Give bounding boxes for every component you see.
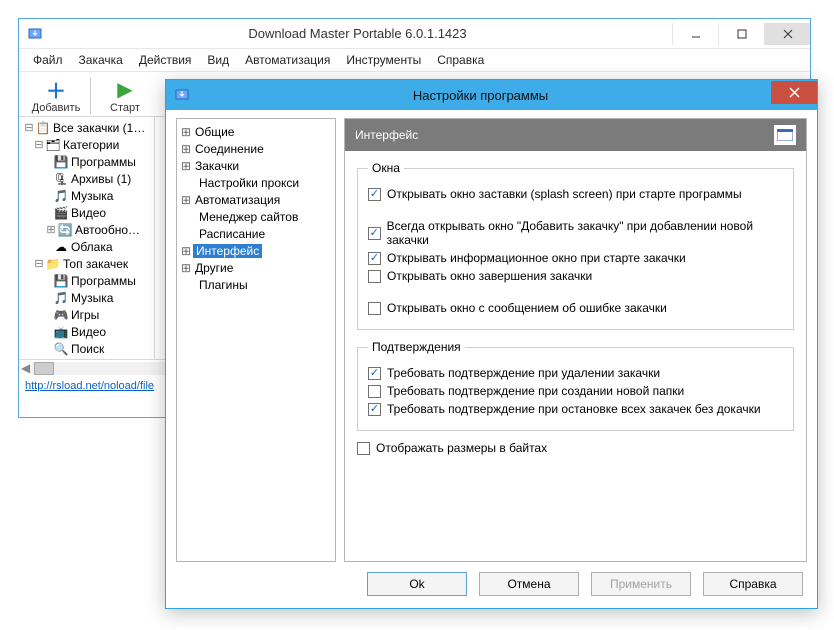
scroll-left-icon[interactable]: ◀ xyxy=(21,361,30,375)
menu-help[interactable]: Справка xyxy=(429,51,492,69)
list-icon: 📋 xyxy=(35,121,51,135)
cancel-button[interactable]: Отмена xyxy=(479,572,579,596)
tree-item-site-manager[interactable]: Менеджер сайтов xyxy=(193,210,298,224)
news-icon: 📰 xyxy=(53,359,69,360)
start-button[interactable]: ▶ Старт xyxy=(96,76,154,114)
checkbox-info-start[interactable] xyxy=(368,252,381,265)
settings-dialog: Настройки программы ⊞Общие ⊞Соединение ⊞… xyxy=(165,79,818,609)
tree-item-general[interactable]: Общие xyxy=(193,125,234,139)
checkbox-confirm-delete[interactable] xyxy=(368,367,381,380)
music-icon: 🎵 xyxy=(53,291,69,305)
maximize-button[interactable] xyxy=(718,23,764,45)
help-button[interactable]: Справка xyxy=(703,572,803,596)
folder-icon: 📁 xyxy=(45,257,61,271)
scroll-thumb[interactable] xyxy=(34,362,54,375)
play-icon: ▶ xyxy=(112,76,138,102)
music-icon: 🎵 xyxy=(53,189,69,203)
checkbox-error[interactable] xyxy=(368,302,381,315)
refresh-icon: 🔄 xyxy=(57,223,73,237)
dialog-titlebar[interactable]: Настройки программы xyxy=(166,80,817,110)
floppy-icon: 💾 xyxy=(53,155,69,169)
menu-file[interactable]: Файл xyxy=(25,51,71,69)
settings-tree[interactable]: ⊞Общие ⊞Соединение ⊞Закачки ·Настройки п… xyxy=(176,118,336,562)
menu-view[interactable]: Вид xyxy=(199,51,237,69)
checkbox-confirm-folder[interactable] xyxy=(368,385,381,398)
group-confirm: Подтверждения Требовать подтверждение пр… xyxy=(357,340,794,431)
folder-icon: 🗂 xyxy=(45,138,61,152)
search-icon: 🔍 xyxy=(53,342,69,356)
menu-tools[interactable]: Инструменты xyxy=(338,51,429,69)
video-icon: 📺 xyxy=(53,325,69,339)
main-titlebar[interactable]: Download Master Portable 6.0.1.1423 xyxy=(19,19,810,49)
group-windows: Окна Открывать окно заставки (splash scr… xyxy=(357,161,794,330)
category-tree[interactable]: ⊟📋Все закачки (1… ⊟🗂Категории 💾Программы… xyxy=(23,119,154,359)
cloud-icon: ☁ xyxy=(53,240,69,254)
window-controls xyxy=(672,23,810,45)
apply-button[interactable]: Применить xyxy=(591,572,691,596)
checkbox-done[interactable] xyxy=(368,270,381,283)
sidebar: ⊟📋Все закачки (1… ⊟🗂Категории 💾Программы… xyxy=(19,117,155,359)
dialog-buttons: Ok Отмена Применить Справка xyxy=(166,562,817,606)
tree-item-proxy[interactable]: Настройки прокси xyxy=(193,176,299,190)
toolbar-separator xyxy=(90,78,91,114)
checkbox-add-always[interactable] xyxy=(368,227,381,240)
floppy-icon: 💾 xyxy=(53,274,69,288)
minimize-button[interactable] xyxy=(672,23,718,45)
panel-header: Интерфейс xyxy=(345,119,806,151)
add-button[interactable]: ＋ Добавить xyxy=(27,76,85,114)
tree-item-automation[interactable]: Автоматизация xyxy=(193,193,280,207)
checkbox-splash[interactable] xyxy=(368,188,381,201)
window-icon xyxy=(774,125,796,145)
app-icon xyxy=(174,87,190,103)
menu-automation[interactable]: Автоматизация xyxy=(237,51,338,69)
tree-item-connection[interactable]: Соединение xyxy=(193,142,264,156)
close-button[interactable] xyxy=(764,23,810,45)
game-icon: 🎮 xyxy=(53,308,69,322)
video-icon: 🎬 xyxy=(53,206,69,220)
menu-actions[interactable]: Действия xyxy=(131,51,200,69)
plus-icon: ＋ xyxy=(43,76,69,102)
tree-item-downloads[interactable]: Закачки xyxy=(193,159,239,173)
menu-download[interactable]: Закачка xyxy=(71,51,131,69)
tree-item-interface[interactable]: Интерфейс xyxy=(193,244,262,258)
ok-button[interactable]: Ok xyxy=(367,572,467,596)
tree-item-schedule[interactable]: Расписание xyxy=(193,227,265,241)
dialog-title: Настройки программы xyxy=(190,88,771,103)
archive-icon: 🗜 xyxy=(53,172,69,186)
checkbox-confirm-stop[interactable] xyxy=(368,403,381,416)
dialog-close-button[interactable] xyxy=(771,81,817,104)
settings-panel: Интерфейс Окна Открывать окно заставки (… xyxy=(344,118,807,562)
checkbox-bytes[interactable] xyxy=(357,442,370,455)
tree-item-other[interactable]: Другие xyxy=(193,261,233,275)
menubar: Файл Закачка Действия Вид Автоматизация … xyxy=(19,49,810,72)
app-icon xyxy=(27,26,43,42)
main-title: Download Master Portable 6.0.1.1423 xyxy=(43,26,672,41)
tree-item-plugins[interactable]: Плагины xyxy=(193,278,248,292)
